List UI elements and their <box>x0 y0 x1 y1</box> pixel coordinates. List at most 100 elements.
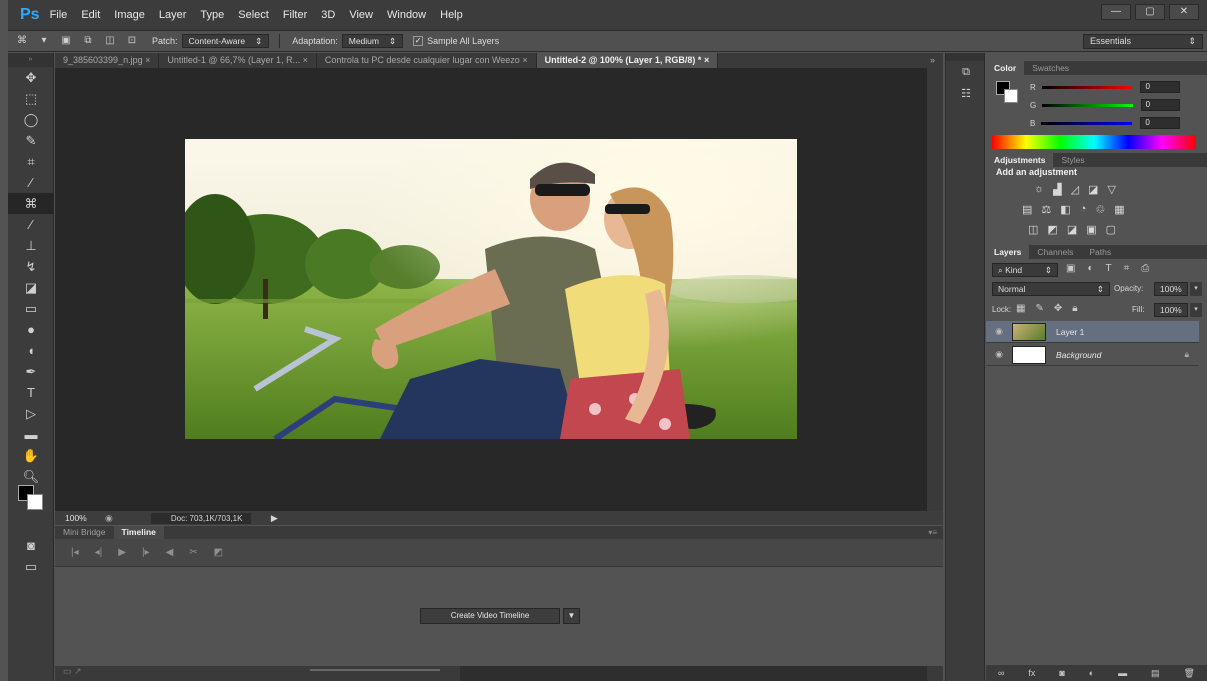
close-icon[interactable]: × <box>704 55 709 65</box>
marquee-tool-icon[interactable]: ⬚ <box>8 88 54 109</box>
lock-all-icon[interactable]: 🔒︎ <box>1072 303 1077 314</box>
new-selection-icon[interactable]: ▣ <box>58 34 74 48</box>
adjustment-filter-icon[interactable]: ◐ <box>1087 263 1093 274</box>
maximize-button[interactable]: ▢ <box>1135 4 1165 20</box>
pen-tool-icon[interactable]: ✒ <box>8 361 54 382</box>
smart-object-filter-icon[interactable]: ⎙ <box>1141 263 1149 274</box>
background-color-swatch[interactable] <box>27 494 43 510</box>
doc-tab-active[interactable]: Untitled-2 @ 100% (Layer 1, RGB/8) * × <box>536 53 719 68</box>
history-panel-icon[interactable]: ⧉ <box>946 61 986 83</box>
render-video-icon[interactable]: ▭ ↗ <box>63 666 82 676</box>
previous-frame-icon[interactable]: ◂| <box>95 547 103 558</box>
color-background-swatch[interactable] <box>1004 89 1018 103</box>
zoom-level-field[interactable]: 100% <box>65 513 105 523</box>
tab-paths[interactable]: Paths <box>1081 245 1119 259</box>
red-track[interactable] <box>1041 85 1133 89</box>
minimize-button[interactable]: — <box>1101 4 1131 20</box>
layer-row[interactable]: ◉ Layer 1 <box>986 321 1199 343</box>
path-selection-tool-icon[interactable]: ▷ <box>8 403 54 424</box>
menu-layer[interactable]: Layer <box>159 9 187 21</box>
eraser-tool-icon[interactable]: ◪ <box>8 277 54 298</box>
eyedropper-tool-icon[interactable]: ⁄ <box>8 172 54 193</box>
menu-edit[interactable]: Edit <box>81 9 100 21</box>
adaptation-select[interactable]: Medium ⇕ <box>341 34 404 48</box>
layer-name[interactable]: Background <box>1056 350 1101 360</box>
tab-layers[interactable]: Layers <box>986 245 1030 259</box>
patch-tool-icon[interactable]: ⌘ <box>14 34 30 48</box>
exposure-icon[interactable]: ◪ <box>1088 183 1098 196</box>
split-icon[interactable]: ✂ <box>189 547 197 558</box>
next-frame-icon[interactable]: |▸ <box>142 547 150 558</box>
timeline-zoom-slider[interactable] <box>310 669 440 671</box>
green-value[interactable]: 0 <box>1140 99 1180 111</box>
lock-transparent-icon[interactable]: ▦ <box>1016 303 1025 314</box>
menu-3d[interactable]: 3D <box>321 9 335 21</box>
threshold-icon[interactable]: ◪ <box>1067 223 1077 236</box>
hue-saturation-icon[interactable]: ▤ <box>1022 203 1032 216</box>
delete-layer-icon[interactable]: 🗑︎ <box>1184 665 1195 681</box>
menu-help[interactable]: Help <box>440 9 463 21</box>
vibrance-icon[interactable]: ▽ <box>1107 183 1115 196</box>
doc-tab[interactable]: 9_385603399_n.jpg × <box>55 53 160 68</box>
menu-filter[interactable]: Filter <box>283 9 307 21</box>
workspace-select[interactable]: Essentials ⇕ <box>1083 34 1203 49</box>
tab-mini-bridge[interactable]: Mini Bridge <box>55 526 114 539</box>
opacity-field[interactable]: 100% <box>1154 282 1188 296</box>
doc-tab[interactable]: Untitled-1 @ 66,7% (Layer 1, R... × <box>159 53 317 68</box>
tab-styles[interactable]: Styles <box>1053 153 1092 167</box>
layer-row[interactable]: ◉ Background 🔒︎ <box>986 344 1199 366</box>
tab-color[interactable]: Color <box>986 61 1025 75</box>
curves-icon[interactable]: ◿ <box>1071 183 1079 196</box>
quick-selection-tool-icon[interactable]: ✎ <box>8 130 54 151</box>
doc-info-menu-icon[interactable]: ▶ <box>271 513 278 524</box>
tab-adjustments[interactable]: Adjustments <box>986 153 1054 167</box>
layer-filter-select[interactable]: ⌕ Kind ⇕ <box>992 263 1058 277</box>
menu-image[interactable]: Image <box>114 9 145 21</box>
more-tabs-icon[interactable]: » <box>922 53 943 68</box>
eye-icon[interactable]: ◉ <box>986 349 1012 360</box>
blue-slider[interactable]: B 0 <box>1030 117 1180 129</box>
patch-tool-icon[interactable]: ⌘ <box>8 193 54 214</box>
close-icon[interactable]: × <box>145 55 150 65</box>
invert-icon[interactable]: ◫ <box>1028 223 1038 236</box>
audio-icon[interactable]: ◀ <box>166 547 174 558</box>
blend-mode-select[interactable]: Normal ⇕ <box>992 282 1110 296</box>
blue-value[interactable]: 0 <box>1140 117 1180 129</box>
move-tool-icon[interactable]: ✥ <box>8 67 54 88</box>
brush-tool-icon[interactable]: ∕ <box>8 214 54 235</box>
intersect-selection-icon[interactable]: ⊡ <box>124 34 140 48</box>
tab-timeline[interactable]: Timeline <box>113 526 164 539</box>
color-balance-icon[interactable]: ⚖ <box>1041 203 1051 216</box>
color-spectrum[interactable] <box>992 135 1196 149</box>
menu-view[interactable]: View <box>349 9 373 21</box>
quick-mask-icon[interactable]: ◙ <box>8 535 54 556</box>
layer-name[interactable]: Layer 1 <box>1056 327 1084 337</box>
channel-mixer-icon[interactable]: ♲ <box>1095 203 1105 216</box>
lasso-tool-icon[interactable]: ◯ <box>8 109 54 130</box>
menu-window[interactable]: Window <box>387 9 426 21</box>
tool-preset-dropdown-icon[interactable]: ▾ <box>36 34 52 48</box>
selective-color-icon[interactable]: ▢ <box>1106 223 1116 236</box>
close-button[interactable]: ✕ <box>1169 4 1199 20</box>
levels-icon[interactable]: ▟ <box>1053 183 1061 196</box>
screen-mode-icon[interactable]: ▭ <box>8 556 54 577</box>
new-group-icon[interactable]: ▬ <box>1118 665 1127 681</box>
blue-track[interactable] <box>1041 121 1133 125</box>
play-icon[interactable]: ▶ <box>118 547 126 558</box>
timeline-scrollbar[interactable] <box>460 666 927 681</box>
hand-tool-icon[interactable]: ✋ <box>8 445 54 466</box>
patch-select[interactable]: Content-Aware ⇕ <box>181 34 270 48</box>
transition-icon[interactable]: ◩ <box>214 547 223 558</box>
close-icon[interactable]: × <box>303 55 308 65</box>
type-tool-icon[interactable]: T <box>8 382 54 403</box>
export-icon[interactable]: ◉ <box>105 513 113 524</box>
panel-menu-icon[interactable]: ▾≡ <box>928 526 937 539</box>
posterize-icon[interactable]: ◩ <box>1047 223 1057 236</box>
clone-stamp-tool-icon[interactable]: ⊥ <box>8 235 54 256</box>
sample-all-layers-checkbox[interactable]: ✓ <box>413 36 424 46</box>
lock-pixels-icon[interactable]: ✎ <box>1035 303 1043 314</box>
pixel-filter-icon[interactable]: ▣ <box>1066 263 1075 274</box>
crop-tool-icon[interactable]: ⌗ <box>8 151 54 172</box>
new-adjustment-icon[interactable]: ◐ <box>1089 665 1094 681</box>
red-value[interactable]: 0 <box>1140 81 1180 93</box>
